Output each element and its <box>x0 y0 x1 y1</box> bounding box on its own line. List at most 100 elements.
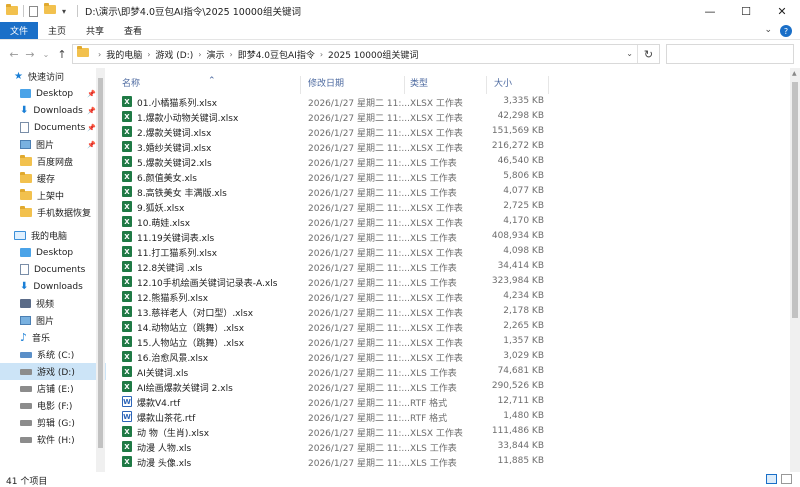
table-row[interactable]: X 6.颜值美女.xls 2026/1/27 星期二 11:... XLS 工作表 5,… <box>108 169 788 184</box>
table-row[interactable]: X 15.人物站立（跳舞）.xlsx 2026/1/27 星期二 11:... XLS… <box>108 334 788 349</box>
nav-item-this-pc[interactable]: 视频 <box>0 295 106 312</box>
refresh-button[interactable]: ↻ <box>637 45 659 63</box>
table-row[interactable]: X 动 物（生肖).xlsx 2026/1/27 星期二 11:... XLSX 工作… <box>108 424 788 439</box>
nav-item-quick-access[interactable]: Documents 📌 <box>0 119 106 136</box>
tab-home[interactable]: 主页 <box>38 22 76 39</box>
excel-file-icon: X <box>122 111 132 122</box>
nav-item-this-pc[interactable]: 系统 (C:) <box>0 346 106 363</box>
column-header-name[interactable]: 名称 <box>122 76 140 89</box>
breadcrumb-item[interactable]: 游戏 (D:) <box>155 48 193 61</box>
column-divider[interactable] <box>404 76 405 94</box>
nav-item-quick-access[interactable]: 上架中 <box>0 187 106 204</box>
table-row[interactable]: X 3.婚纱关键词.xlsx 2026/1/27 星期二 11:... XLSX 工作… <box>108 139 788 154</box>
nav-item-quick-access[interactable]: 百度网盘 <box>0 153 106 170</box>
nav-this-pc[interactable]: 我的电脑 <box>0 227 106 244</box>
nav-pane-scrollbar[interactable] <box>96 68 105 472</box>
nav-label: Downloads <box>33 281 83 292</box>
minimize-button[interactable]: — <box>692 0 728 22</box>
properties-icon[interactable] <box>29 5 38 17</box>
forward-button[interactable]: → <box>22 48 38 61</box>
recent-locations-button[interactable]: ⌄ <box>38 50 54 59</box>
column-header-size[interactable]: 大小 <box>494 76 512 89</box>
nav-item-this-pc[interactable]: ♪ 音乐 <box>0 329 106 346</box>
table-row[interactable]: X 12.8关键词 .xls 2026/1/27 星期二 11:... XLS 工作表… <box>108 259 788 274</box>
view-toggle <box>766 474 792 484</box>
file-list-scrollbar[interactable]: ▲ <box>790 68 800 472</box>
tab-share[interactable]: 共享 <box>76 22 114 39</box>
close-button[interactable]: ✕ <box>764 0 800 22</box>
breadcrumb-item[interactable]: 我的电脑 <box>106 48 142 61</box>
table-row[interactable]: X 01.小橘猫系列.xlsx 2026/1/27 星期二 11:... XLSX 工… <box>108 94 788 109</box>
drive-icon <box>20 436 32 443</box>
table-row[interactable]: X 11.打工猫系列.xlsx 2026/1/27 星期二 11:... XLSX 工… <box>108 244 788 259</box>
table-row[interactable]: X 2.爆款关键词.xlsx 2026/1/27 星期二 11:... XLSX 工作… <box>108 124 788 139</box>
quick-access-toolbar-dropdown-icon[interactable]: ▾ <box>62 7 66 16</box>
details-view-icon[interactable] <box>766 474 777 484</box>
table-row[interactable]: X 8.高铁美女 丰满版.xls 2026/1/27 星期二 11:... XLS 工… <box>108 184 788 199</box>
nav-item-this-pc[interactable]: 剪辑 (G:) <box>0 414 106 431</box>
column-header-type[interactable]: 类型 <box>410 76 428 89</box>
file-size: 3,335 KB <box>503 96 544 106</box>
nav-item-quick-access[interactable]: 手机数据恢复 <box>0 204 106 221</box>
table-row[interactable]: X 5.爆款关键词2.xls 2026/1/27 星期二 11:... XLS 工作表… <box>108 154 788 169</box>
column-divider[interactable] <box>300 76 301 94</box>
back-button[interactable]: ← <box>6 48 22 61</box>
column-divider[interactable] <box>548 76 549 94</box>
table-row[interactable]: X AI绘画爆款关键词 2.xls 2026/1/27 星期二 11:... XLS … <box>108 379 788 394</box>
excel-file-icon: X <box>122 156 132 167</box>
table-row[interactable]: X 12.熊猫系列.xlsx 2026/1/27 星期二 11:... XLSX 工作… <box>108 289 788 304</box>
nav-item-quick-access[interactable]: 缓存 <box>0 170 106 187</box>
table-row[interactable]: X AI关键词.xls 2026/1/27 星期二 11:... XLS 工作表 74,… <box>108 364 788 379</box>
file-list-scrollbar-thumb[interactable] <box>792 82 798 318</box>
tab-file[interactable]: 文件 <box>0 22 39 39</box>
table-row[interactable]: X 11.19关键词表.xls 2026/1/27 星期二 11:... XLS 工作… <box>108 229 788 244</box>
breadcrumb-item[interactable]: 2025 10000组关键词 <box>328 48 418 61</box>
table-row[interactable]: X 13.慈祥老人（对口型）.xlsx 2026/1/27 星期二 11:... XL… <box>108 304 788 319</box>
nav-item-quick-access[interactable]: 图片 📌 <box>0 136 106 153</box>
table-row[interactable]: X 9.狐妖.xlsx 2026/1/27 星期二 11:... XLSX 工作表 2,… <box>108 199 788 214</box>
tab-view[interactable]: 查看 <box>114 22 152 39</box>
nav-item-this-pc[interactable]: Desktop <box>0 244 106 261</box>
nav-item-quick-access[interactable]: Desktop 📌 <box>0 85 106 102</box>
nav-item-this-pc[interactable]: 电影 (F:) <box>0 397 106 414</box>
nav-quick-access[interactable]: ★ 快速访问 <box>0 68 106 85</box>
pin-icon: 📌 <box>87 89 96 98</box>
breadcrumb-item[interactable]: 即梦4.0豆包AI指令 <box>238 48 315 61</box>
nav-pane-scrollbar-thumb[interactable] <box>98 78 103 448</box>
nav-item-this-pc[interactable]: 软件 (H:) <box>0 431 106 448</box>
column-header-modified[interactable]: 修改日期 <box>308 76 344 89</box>
pictures-icon <box>20 316 31 325</box>
excel-file-icon: X <box>122 231 132 242</box>
table-row[interactable]: X 动漫 人物.xls 2026/1/27 星期二 11:... XLS 工作表 33,… <box>108 439 788 454</box>
breadcrumb-separator: › <box>98 49 102 59</box>
file-name: 11.19关键词表.xls <box>137 234 215 244</box>
table-row[interactable]: X 12.10手机绘画关键词记录表-A.xls 2026/1/27 星期二 11:.… <box>108 274 788 289</box>
address-dropdown-icon[interactable]: ⌄ <box>626 49 633 58</box>
nav-item-this-pc[interactable]: 图片 <box>0 312 106 329</box>
nav-item-this-pc[interactable]: 游戏 (D:) <box>0 363 106 380</box>
scroll-up-icon[interactable]: ▲ <box>792 70 797 77</box>
table-row[interactable]: X 14.动物站立（跳舞）.xlsx 2026/1/27 星期二 11:... XLS… <box>108 319 788 334</box>
table-row[interactable]: W 爆款山茶花.rtf 2026/1/27 星期二 11:... RTF 格式 1,48… <box>108 409 788 424</box>
address-bar[interactable]: › 我的电脑 › 游戏 (D:) › 演示 › 即梦4.0豆包AI指令 › 2025 10000… <box>72 44 660 64</box>
up-button[interactable]: ↑ <box>54 48 70 61</box>
maximize-button[interactable]: ☐ <box>728 0 764 22</box>
expand-ribbon-icon[interactable]: ⌄ <box>764 25 772 37</box>
new-folder-icon[interactable] <box>44 3 56 17</box>
nav-item-this-pc[interactable]: ⬇ Downloads <box>0 278 106 295</box>
nav-item-quick-access[interactable]: ⬇ Downloads 📌 <box>0 102 106 119</box>
column-divider[interactable] <box>486 76 487 94</box>
table-row[interactable]: X 1.爆款小动物关键词.xlsx 2026/1/27 星期二 11:... XLSX… <box>108 109 788 124</box>
nav-item-this-pc[interactable]: Documents <box>0 261 106 278</box>
breadcrumb-item[interactable]: 演示 <box>206 48 224 61</box>
table-row[interactable]: X 动漫 头像.xls 2026/1/27 星期二 11:... XLS 工作表 11,… <box>108 454 788 469</box>
excel-file-icon: X <box>122 96 132 107</box>
nav-item-this-pc[interactable]: 店铺 (E:) <box>0 380 106 397</box>
help-icon[interactable]: ? <box>780 25 792 37</box>
search-input[interactable] <box>666 44 794 64</box>
table-row[interactable]: W 爆款V4.rtf 2026/1/27 星期二 11:... RTF 格式 12,71… <box>108 394 788 409</box>
table-row[interactable]: X 16.治愈风景.xlsx 2026/1/27 星期二 11:... XLSX 工作… <box>108 349 788 364</box>
computer-icon <box>14 231 26 240</box>
large-icons-view-icon[interactable] <box>781 474 792 484</box>
table-row[interactable]: X 10.萌娃.xlsx 2026/1/27 星期二 11:... XLSX 工作表 4… <box>108 214 788 229</box>
